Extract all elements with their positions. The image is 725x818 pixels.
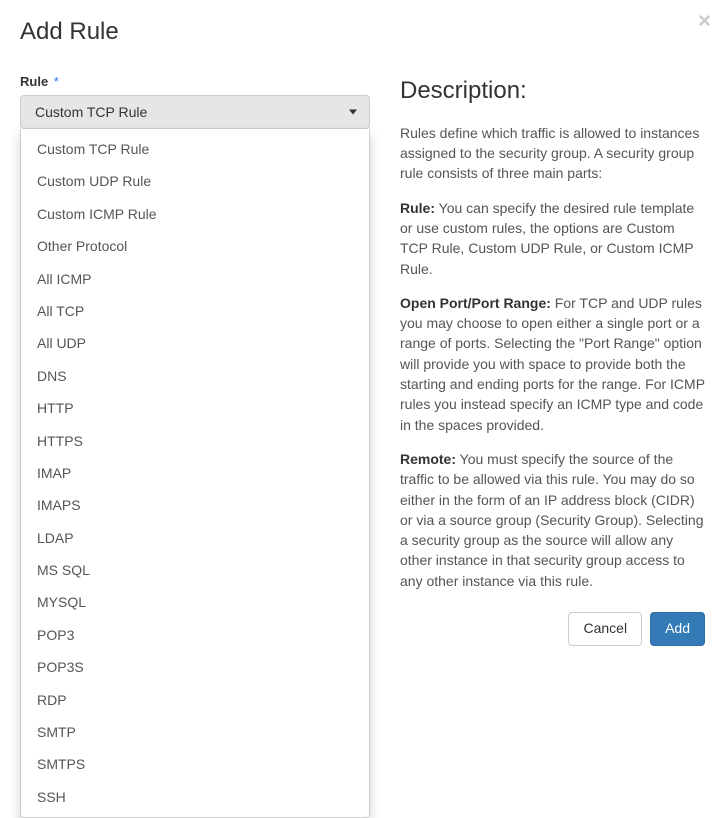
rule-option[interactable]: LDAP <box>21 522 369 554</box>
rule-option[interactable]: MYSQL <box>21 586 369 618</box>
rule-option[interactable]: Custom ICMP Rule <box>21 198 369 230</box>
rule-option[interactable]: DNS <box>21 360 369 392</box>
rule-option[interactable]: RDP <box>21 684 369 716</box>
rule-field-label: Rule * <box>20 74 370 89</box>
description-port-text: For TCP and UDP rules you may choose to … <box>400 295 705 433</box>
rule-option[interactable]: HTTPS <box>21 425 369 457</box>
modal-footer: Cancel Add <box>568 612 705 646</box>
description-remote-label: Remote: <box>400 451 456 467</box>
modal-body: Rule * Custom TCP Rule Custom TCP RuleCu… <box>20 74 705 605</box>
caret-down-icon <box>349 110 357 115</box>
rule-option[interactable]: All UDP <box>21 327 369 359</box>
description-port-label: Open Port/Port Range: <box>400 295 551 311</box>
description-column: Description: Rules define which traffic … <box>400 74 705 605</box>
rule-option[interactable]: All TCP <box>21 295 369 327</box>
rule-option[interactable]: Other Protocol <box>21 230 369 262</box>
add-button[interactable]: Add <box>650 612 705 646</box>
rule-option[interactable]: POP3 <box>21 619 369 651</box>
rule-option[interactable]: Custom TCP Rule <box>21 133 369 165</box>
cancel-button[interactable]: Cancel <box>568 612 642 646</box>
add-rule-modal: × Add Rule Rule * Custom TCP Rule Custom… <box>0 0 725 662</box>
rule-option[interactable]: MS SQL <box>21 554 369 586</box>
description-rule-text: You can specify the desired rule templat… <box>400 200 694 277</box>
rule-option[interactable]: HTTP <box>21 392 369 424</box>
form-column: Rule * Custom TCP Rule Custom TCP RuleCu… <box>20 74 370 605</box>
rule-label-text: Rule <box>20 74 48 89</box>
rule-selected-value: Custom TCP Rule <box>35 104 147 120</box>
rule-option[interactable]: SSH <box>21 781 369 813</box>
rule-option[interactable]: Custom UDP Rule <box>21 165 369 197</box>
rule-option[interactable]: SMTPS <box>21 748 369 780</box>
description-port: Open Port/Port Range: For TCP and UDP ru… <box>400 293 705 435</box>
rule-dropdown[interactable]: Custom TCP RuleCustom UDP RuleCustom ICM… <box>20 129 370 818</box>
rule-select[interactable]: Custom TCP Rule Custom TCP RuleCustom UD… <box>20 95 370 129</box>
description-heading: Description: <box>400 74 705 109</box>
rule-select-button[interactable]: Custom TCP Rule <box>20 95 370 129</box>
rule-option[interactable]: POP3S <box>21 651 369 683</box>
close-icon[interactable]: × <box>698 10 711 32</box>
description-intro: Rules define which traffic is allowed to… <box>400 123 705 184</box>
description-rule: Rule: You can specify the desired rule t… <box>400 198 705 279</box>
required-mark: * <box>54 74 59 89</box>
description-remote: Remote: You must specify the source of t… <box>400 449 705 591</box>
description-remote-text: You must specify the source of the traff… <box>400 451 703 589</box>
description-rule-label: Rule: <box>400 200 435 216</box>
rule-option[interactable]: IMAPS <box>21 489 369 521</box>
rule-option[interactable]: All ICMP <box>21 263 369 295</box>
modal-title: Add Rule <box>20 18 705 46</box>
rule-option[interactable]: SMTP <box>21 716 369 748</box>
rule-option[interactable]: IMAP <box>21 457 369 489</box>
